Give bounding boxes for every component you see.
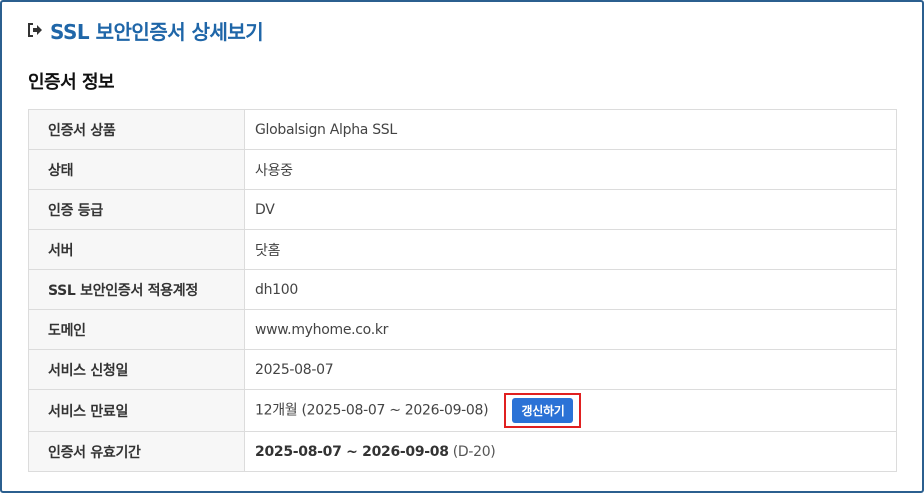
row-value-expire-cell: 12개월 (2025-08-07 ~ 2026-09-08) 갱신하기 <box>244 389 897 432</box>
row-label-server: 서버 <box>28 229 245 270</box>
table-row: 서비스 신청일 2025-08-07 <box>28 349 897 390</box>
table-row: 도메인 www.myhome.co.kr <box>28 309 897 350</box>
row-value-account: dh100 <box>244 269 897 310</box>
row-value-grade: DV <box>244 189 897 230</box>
row-label-grade: 인증 등급 <box>28 189 245 230</box>
row-value-validity-cell: 2025-08-07 ~ 2026-09-08 (D-20) <box>244 431 897 472</box>
row-label-product: 인증서 상품 <box>28 109 245 150</box>
row-value-server: 닷홈 <box>244 229 897 270</box>
sign-out-icon <box>26 21 44 39</box>
validity-period: 2025-08-07 ~ 2026-09-08 <box>255 443 449 460</box>
row-value-product: Globalsign Alpha SSL <box>244 109 897 150</box>
row-value-domain: www.myhome.co.kr <box>244 309 897 350</box>
page-header: SSL 보안인증서 상세보기 <box>26 16 264 44</box>
section-title: 인증서 정보 <box>28 72 115 93</box>
window-frame: SSL 보안인증서 상세보기 인증서 정보 인증서 상품 Globalsign … <box>0 0 924 493</box>
renew-highlight: 갱신하기 <box>504 393 582 428</box>
page-title: SSL 보안인증서 상세보기 <box>50 19 264 44</box>
row-label-validity: 인증서 유효기간 <box>28 431 245 472</box>
table-row: 인증서 유효기간 2025-08-07 ~ 2026-09-08 (D-20) <box>28 431 897 472</box>
table-row: 서버 닷홈 <box>28 229 897 270</box>
row-label-account: SSL 보안인증서 적용계정 <box>28 269 245 310</box>
row-label-domain: 도메인 <box>28 309 245 350</box>
d-day-count: (D-20) <box>452 443 496 460</box>
table-row: 인증서 상품 Globalsign Alpha SSL <box>28 109 897 150</box>
certificate-info-table: 인증서 상품 Globalsign Alpha SSL 상태 사용중 인증 등급… <box>28 109 897 472</box>
row-value-expire-date: 12개월 (2025-08-07 ~ 2026-09-08) <box>255 402 489 419</box>
row-value-status: 사용중 <box>244 149 897 190</box>
row-value-apply-date: 2025-08-07 <box>244 349 897 390</box>
row-label-status: 상태 <box>28 149 245 190</box>
table-row: 서비스 만료일 12개월 (2025-08-07 ~ 2026-09-08) 갱… <box>28 389 897 432</box>
renew-button[interactable]: 갱신하기 <box>512 398 574 423</box>
table-row: 상태 사용중 <box>28 149 897 190</box>
row-label-apply-date: 서비스 신청일 <box>28 349 245 390</box>
table-row: SSL 보안인증서 적용계정 dh100 <box>28 269 897 310</box>
table-row: 인증 등급 DV <box>28 189 897 230</box>
row-label-expire-date: 서비스 만료일 <box>28 389 245 432</box>
